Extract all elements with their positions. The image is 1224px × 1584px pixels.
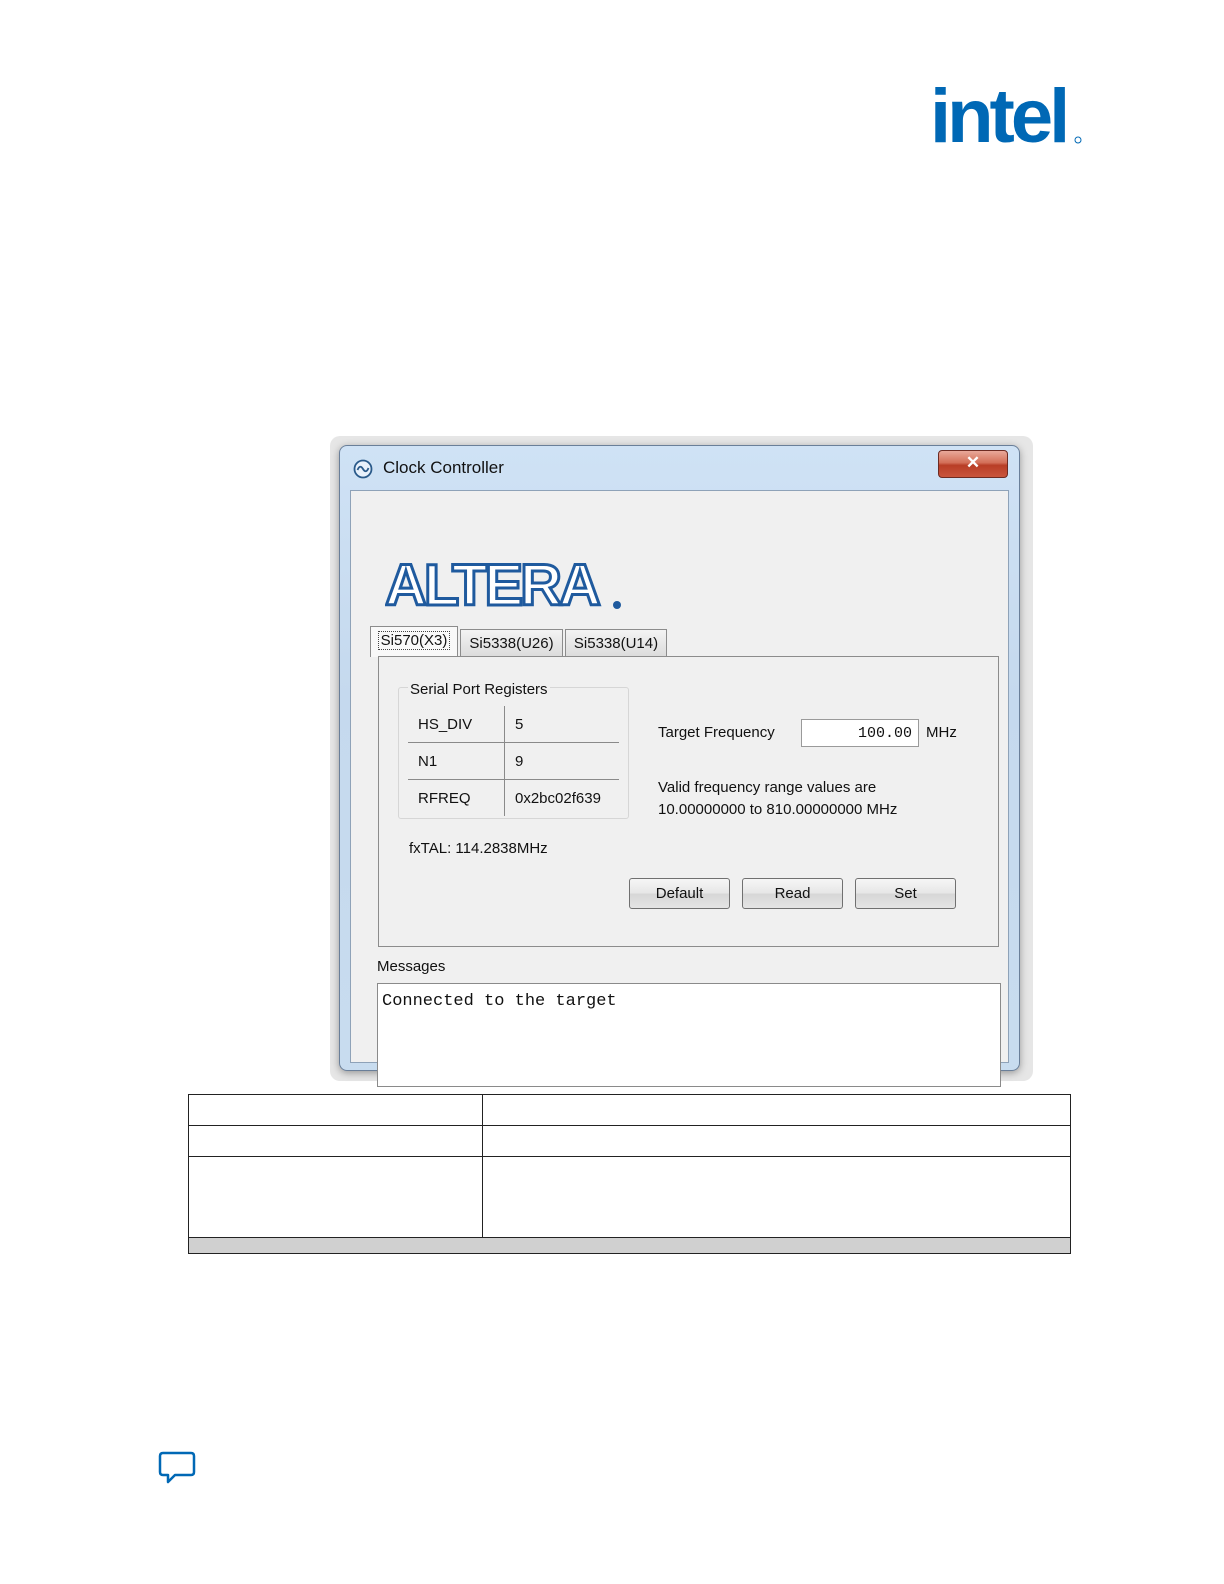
table-row bbox=[188, 1156, 1071, 1238]
clock-icon bbox=[353, 459, 373, 479]
register-name: HS_DIV bbox=[408, 706, 505, 743]
table-cell bbox=[188, 1094, 483, 1126]
client-area: ALTERA Si570(X3) Si5338(U26) Si5338(U14)… bbox=[350, 490, 1009, 1087]
tab-label: Si5338(U26) bbox=[469, 635, 554, 652]
clock-controller-window: Clock Controller ✕ ALTERA Si570(X3) Si53… bbox=[339, 445, 1020, 1087]
frequency-unit: MHz bbox=[926, 724, 957, 741]
target-frequency-label: Target Frequency bbox=[658, 724, 775, 741]
messages-label: Messages bbox=[377, 958, 446, 975]
register-value: 5 bbox=[504, 706, 619, 743]
intel-logo: intel bbox=[930, 84, 1082, 148]
register-name: RFREQ bbox=[408, 779, 505, 816]
document-table bbox=[188, 1094, 1071, 1254]
svg-text:intel: intel bbox=[930, 84, 1066, 148]
valid-range-line2: 10.00000000 to 810.00000000 MHz bbox=[658, 801, 898, 818]
table-footer-row bbox=[188, 1237, 1071, 1254]
feedback-icon[interactable] bbox=[158, 1451, 196, 1485]
title-bar[interactable]: Clock Controller ✕ bbox=[340, 446, 1019, 490]
valid-range-line1: Valid frequency range values are bbox=[658, 779, 877, 796]
tab-si5338-u26[interactable]: Si5338(U26) bbox=[460, 629, 563, 656]
table-cell bbox=[482, 1094, 1071, 1126]
window-title: Clock Controller bbox=[383, 458, 504, 477]
messages-box[interactable]: Connected to the target bbox=[377, 983, 1001, 1087]
table-cell bbox=[482, 1125, 1071, 1157]
target-frequency-input[interactable] bbox=[801, 719, 919, 747]
registers-table: HS_DIV 5 N1 9 RFREQ 0x2bc02f639 bbox=[408, 706, 619, 816]
tab-si570-x3[interactable]: Si570(X3) bbox=[370, 626, 458, 657]
close-button[interactable]: ✕ bbox=[938, 450, 1008, 478]
table-cell bbox=[188, 1237, 1071, 1254]
table-row bbox=[188, 1094, 1071, 1126]
table-row: N1 9 bbox=[408, 742, 619, 780]
register-value: 0x2bc02f639 bbox=[515, 789, 601, 807]
group-legend: Serial Port Registers bbox=[408, 681, 550, 698]
message-text: Connected to the target bbox=[382, 992, 617, 1011]
table-cell bbox=[188, 1156, 483, 1238]
tab-label: Si5338(U14) bbox=[573, 635, 659, 652]
fxtal-label: fxTAL: 114.2838MHz bbox=[409, 840, 548, 857]
table-row bbox=[188, 1125, 1071, 1157]
register-name: N1 bbox=[408, 742, 505, 780]
read-button[interactable]: Read bbox=[742, 878, 843, 909]
register-value: 9 bbox=[504, 742, 619, 780]
set-button[interactable]: Set bbox=[855, 878, 956, 909]
default-button[interactable]: Default bbox=[629, 878, 730, 909]
tab-label: Si570(X3) bbox=[377, 631, 451, 650]
altera-logo: ALTERA bbox=[385, 557, 621, 613]
tab-si5338-u14[interactable]: Si5338(U14) bbox=[565, 629, 667, 656]
table-row: HS_DIV 5 bbox=[408, 706, 619, 743]
table-row: RFREQ 0x2bc02f639 bbox=[408, 779, 619, 816]
table-cell bbox=[482, 1156, 1071, 1238]
table-cell bbox=[188, 1125, 483, 1157]
svg-text:ALTERA: ALTERA bbox=[385, 557, 600, 613]
